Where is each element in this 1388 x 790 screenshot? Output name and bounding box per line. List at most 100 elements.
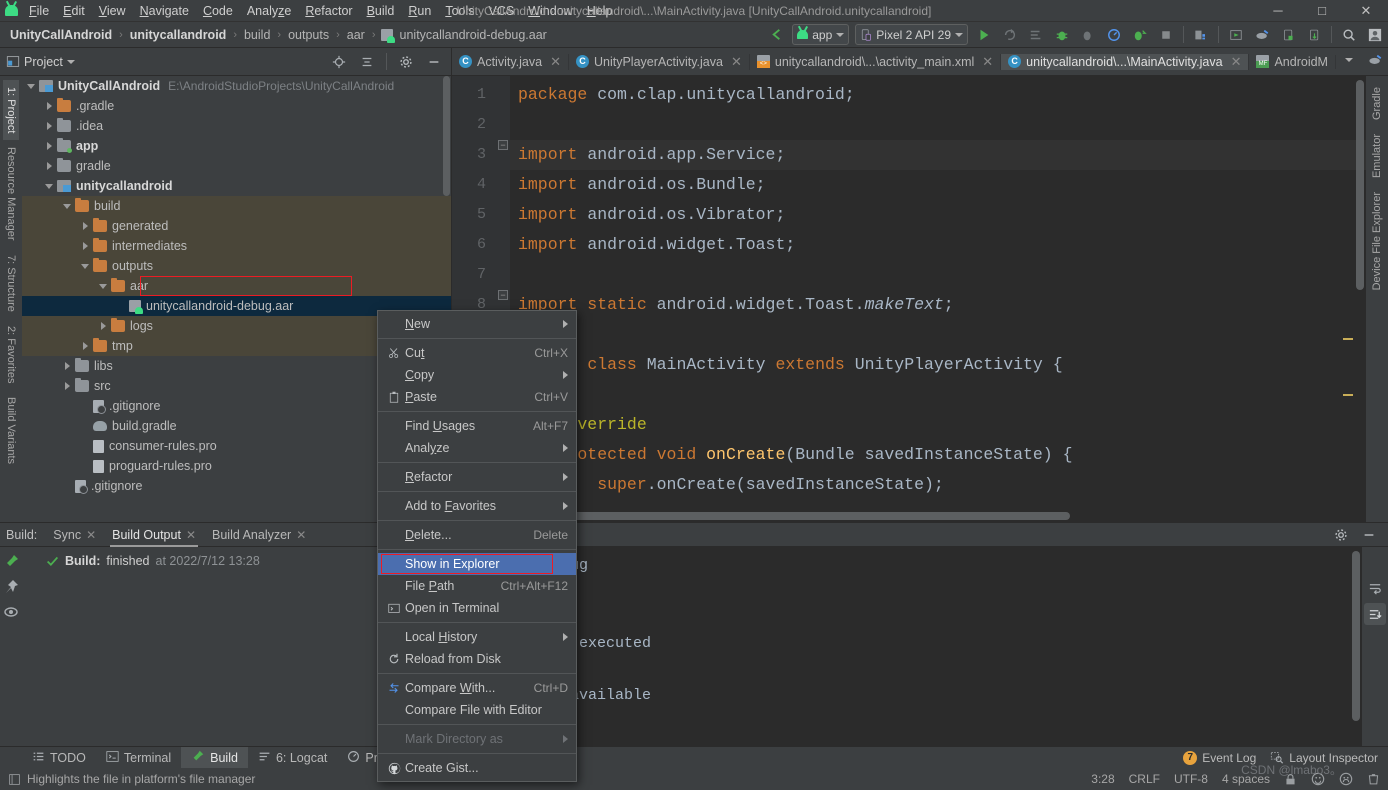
code-line[interactable]: @Override	[510, 410, 1366, 440]
code-line[interactable]: import static android.widget.Toast.makeT…	[510, 290, 1366, 320]
attach-debugger-icon[interactable]	[1075, 23, 1101, 47]
run-configuration-selector[interactable]: app	[792, 24, 850, 45]
build-console-output[interactable]: :assembleDebug SSFUL in 9s le tasks: 46 e…	[452, 547, 1362, 746]
tool-window-button-emulator[interactable]: Emulator	[1369, 127, 1385, 185]
code-line[interactable]: import android.widget.Toast;	[510, 230, 1366, 260]
menu-vcs[interactable]: VCS	[482, 2, 522, 20]
back-arrow-icon[interactable]	[763, 23, 789, 47]
tree-row[interactable]: outputs	[22, 256, 451, 276]
right-tool-window-bar[interactable]: Gradle Emulator Device File Explorer	[1366, 76, 1388, 522]
user-avatar-icon[interactable]	[1362, 23, 1388, 47]
scroll-to-end-icon[interactable]	[1364, 603, 1386, 625]
code-line[interactable]: protected void onCreate(Bundle savedInst…	[510, 440, 1366, 470]
editor-tab[interactable]: unitycallandroid\...\activity_main.xml ✕	[750, 53, 1002, 70]
hide-panel-icon[interactable]	[421, 50, 447, 74]
context-menu-item-new[interactable]: New	[378, 313, 576, 335]
run-with-coverage-icon[interactable]	[1127, 23, 1153, 47]
code-line[interactable]: package com.clap.unitycallandroid;	[510, 80, 1366, 110]
pin-icon[interactable]	[4, 579, 20, 595]
tree-row[interactable]: aar	[22, 276, 451, 296]
context-menu-item-delete[interactable]: Delete... Delete	[378, 524, 576, 546]
expand-arrow-icon[interactable]	[44, 101, 55, 112]
expand-arrow-icon[interactable]	[44, 121, 55, 132]
caret-position[interactable]: 3:28	[1091, 772, 1114, 786]
collapse-arrow-icon[interactable]	[80, 261, 91, 272]
chevron-down-icon[interactable]	[66, 59, 75, 64]
context-menu-item-file-path[interactable]: File Path Ctrl+Alt+F12	[378, 575, 576, 597]
menu-edit[interactable]: Edit	[56, 2, 92, 20]
editor-tab[interactable]: Cunitycallandroid\...\MainActivity.java ✕	[1001, 53, 1250, 70]
close-tab-icon[interactable]: ✕	[186, 528, 196, 542]
context-menu-item-refactor[interactable]: Refactor	[378, 466, 576, 488]
editor-vertical-scrollbar[interactable]	[1356, 80, 1364, 290]
expand-arrow-icon[interactable]	[26, 81, 37, 92]
expand-arrow-icon[interactable]	[80, 341, 91, 352]
context-menu-item-compare-file-with-editor[interactable]: Compare File with Editor	[378, 699, 576, 721]
close-tab-icon[interactable]: ✕	[1231, 54, 1242, 70]
tree-row[interactable]: .idea	[22, 116, 451, 136]
avd-manager-icon[interactable]	[1223, 23, 1249, 47]
avd-device-icon[interactable]	[1275, 23, 1301, 47]
expand-arrow-icon[interactable]	[62, 361, 73, 372]
build-tab-list[interactable]: Sync ✕ Build Output ✕ Build Analyzer ✕	[45, 523, 314, 547]
menu-window[interactable]: Window	[521, 2, 579, 20]
gear-icon[interactable]	[393, 50, 419, 74]
menu-run[interactable]: Run	[401, 2, 438, 20]
debug-button[interactable]	[1049, 23, 1075, 47]
line-separator[interactable]: CRLF	[1129, 772, 1160, 786]
gradle-sync-tab-icon[interactable]	[1362, 48, 1388, 72]
tree-row[interactable]: .gradle	[22, 96, 451, 116]
expand-arrow-icon[interactable]	[98, 321, 109, 332]
tool-window-button-device-file-explorer[interactable]: Device File Explorer	[1369, 185, 1385, 297]
context-menu-item-show-in-explorer[interactable]: Show in Explorer	[378, 553, 576, 575]
close-tab-icon[interactable]: ✕	[731, 54, 742, 70]
breadcrumb-item[interactable]: unitycallandroid-debug.aar	[398, 28, 549, 42]
lock-icon[interactable]	[1284, 773, 1297, 786]
tree-row[interactable]: app	[22, 136, 451, 156]
project-scrollbar[interactable]	[443, 76, 450, 196]
breadcrumb-item[interactable]: unitycallandroid	[128, 28, 229, 42]
fold-marker-icon[interactable]: −	[498, 290, 508, 300]
context-menu[interactable]: New Cut Ctrl+X Copy Paste Ctrl+V Find Usages Al…	[377, 310, 577, 782]
code-line[interactable]: import android.app.Service;	[510, 140, 1366, 170]
menu-code[interactable]: Code	[196, 2, 240, 20]
editor-tab[interactable]: C ​Activity.java ✕	[452, 53, 569, 70]
feedback-happy-icon[interactable]	[1311, 772, 1325, 786]
collapse-arrow-icon[interactable]	[98, 281, 109, 292]
expand-arrow-icon[interactable]	[44, 161, 55, 172]
breadcrumb-item[interactable]: build	[242, 28, 272, 42]
context-menu-item-open-in-terminal[interactable]: Open in Terminal	[378, 597, 576, 619]
gear-icon[interactable]	[1328, 523, 1354, 547]
hammer-icon[interactable]	[4, 553, 20, 569]
context-menu-item-create-gist[interactable]: Create Gist...	[378, 757, 576, 779]
breadcrumb-item[interactable]: outputs	[286, 28, 331, 42]
editor-tab[interactable]: AndroidM	[1249, 54, 1336, 69]
tool-window-button-build-variants[interactable]: Build Variants	[3, 390, 19, 471]
soft-wrap-icon[interactable]	[1364, 577, 1386, 599]
indent-setting[interactable]: 4 spaces	[1222, 772, 1270, 786]
menu-navigate[interactable]: Navigate	[133, 2, 196, 20]
breadcrumb-item[interactable]: aar	[345, 28, 367, 42]
tool-window-button-structure[interactable]: 7: Structure	[3, 248, 19, 319]
sdk-manager-icon[interactable]	[1188, 23, 1214, 47]
tree-row[interactable]: build	[22, 196, 451, 216]
code-line[interactable]: super.onCreate(savedInstanceState);	[510, 470, 1366, 500]
tree-row[interactable]: generated	[22, 216, 451, 236]
collapse-all-icon[interactable]	[354, 50, 380, 74]
context-menu-item-cut[interactable]: Cut Ctrl+X	[378, 342, 576, 364]
close-tab-icon[interactable]: ✕	[550, 54, 561, 70]
tab-overflow-chevron-icon[interactable]	[1336, 48, 1362, 72]
tree-row[interactable]: unitycallandroid	[22, 176, 451, 196]
expand-arrow-icon[interactable]	[62, 381, 73, 392]
build-side-actions[interactable]	[0, 547, 24, 746]
context-menu-item-paste[interactable]: Paste Ctrl+V	[378, 386, 576, 408]
eye-icon[interactable]	[4, 605, 20, 621]
editor-tab[interactable]: C UnityPlayerActivity.java ✕	[569, 53, 750, 70]
build-tab[interactable]: Build Output ✕	[104, 523, 204, 547]
tool-window-bottom-bar[interactable]: TODOTerminalBuild6: LogcatProfilerDataba…	[0, 746, 1388, 769]
maximize-button[interactable]: □	[1300, 0, 1344, 22]
left-tool-window-bar[interactable]: 1: Project Resource Manager 7: Structure 2:…	[0, 76, 22, 522]
menu-analyze[interactable]: Analyze	[240, 2, 298, 20]
feedback-sad-icon[interactable]	[1339, 772, 1353, 786]
context-menu-item-copy[interactable]: Copy	[378, 364, 576, 386]
